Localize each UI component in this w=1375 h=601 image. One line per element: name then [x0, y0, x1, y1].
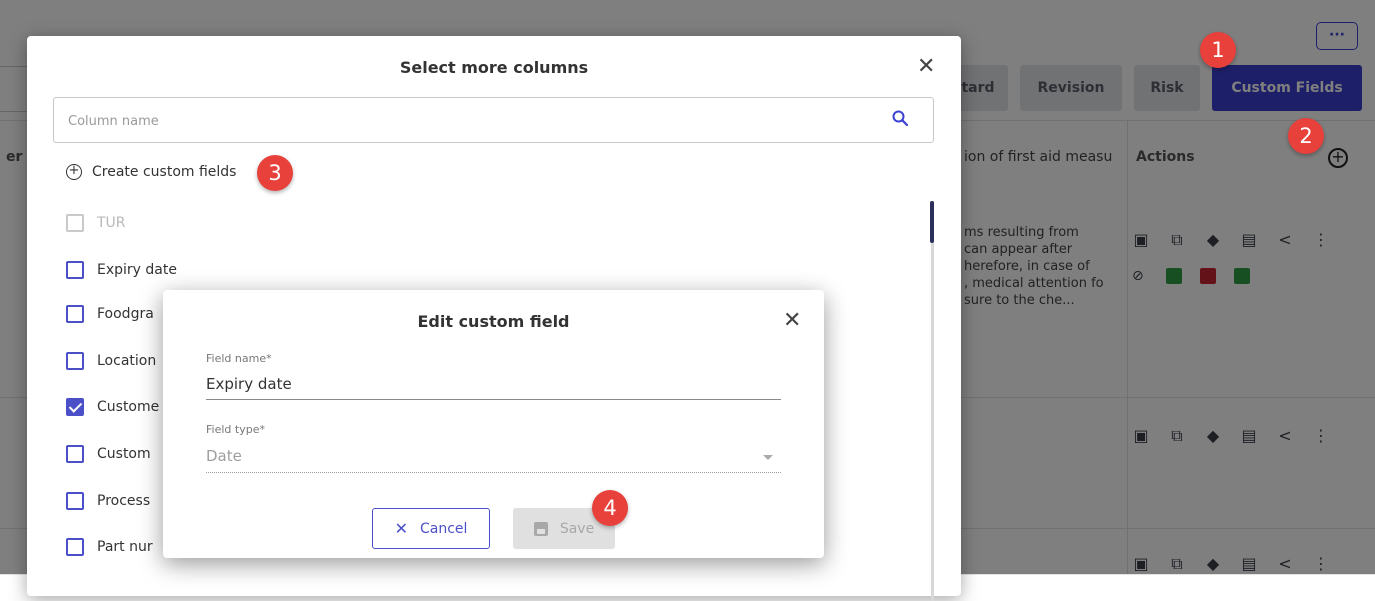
- column-option-label: Foodgra: [97, 306, 154, 322]
- scrollbar-track[interactable]: [931, 201, 934, 601]
- checkbox[interactable]: [66, 538, 84, 556]
- checkbox: [66, 214, 84, 232]
- plus-circle-icon: +: [66, 164, 82, 180]
- column-option-label: Process: [97, 493, 151, 509]
- save-icon: [533, 521, 548, 536]
- close-icon: ✕: [394, 519, 408, 538]
- field-type-label: Field type*: [206, 423, 265, 436]
- create-custom-field-link[interactable]: + Create custom fields: [66, 164, 236, 180]
- dialog-title: Select more columns: [399, 58, 589, 77]
- field-name-underline: [206, 399, 781, 400]
- checkbox[interactable]: [66, 305, 84, 323]
- checkbox[interactable]: [66, 445, 84, 463]
- column-option-label: Location: [97, 353, 157, 369]
- column-option-label: TUR: [97, 215, 126, 231]
- dialog-title: Edit custom field: [417, 312, 570, 331]
- checkbox[interactable]: [66, 261, 84, 279]
- cancel-button[interactable]: ✕ Cancel: [372, 508, 490, 549]
- column-search: [53, 97, 934, 143]
- step-badge-3: 3: [257, 155, 293, 191]
- column-option-customer[interactable]: Custome: [66, 398, 159, 416]
- chevron-down-icon: [763, 455, 773, 460]
- close-icon[interactable]: ✕: [783, 308, 801, 333]
- create-custom-field-label: Create custom fields: [92, 164, 237, 180]
- column-option-tur: TUR: [66, 214, 126, 232]
- step-badge-1: 1: [1200, 32, 1236, 68]
- step-badge-2: 2: [1288, 118, 1324, 154]
- close-icon[interactable]: ✕: [917, 54, 935, 79]
- step-badge-4: 4: [592, 490, 628, 526]
- column-option-label: Part nur: [97, 539, 153, 555]
- save-label: Save: [559, 520, 595, 537]
- column-option-label: Custome: [97, 399, 160, 415]
- checkbox[interactable]: [66, 492, 84, 510]
- field-type-underline: [206, 472, 781, 473]
- edit-custom-field-dialog: Edit custom field ✕ Field name* Expiry d…: [163, 290, 824, 558]
- field-type-select: Date: [206, 447, 242, 465]
- column-option-part-number[interactable]: Part nur: [66, 538, 153, 556]
- column-option-location[interactable]: Location: [66, 352, 156, 370]
- column-option-process[interactable]: Process: [66, 492, 150, 510]
- column-search-input[interactable]: [66, 108, 870, 134]
- column-option-label: Expiry date: [97, 262, 177, 278]
- column-option-expiry-date[interactable]: Expiry date: [66, 261, 177, 279]
- column-option-label: Custom: [97, 446, 151, 462]
- field-name-label: Field name*: [206, 352, 272, 365]
- scrollbar-thumb[interactable]: [930, 201, 934, 243]
- checkbox[interactable]: [66, 398, 84, 416]
- column-option-custom[interactable]: Custom: [66, 445, 151, 463]
- checkbox[interactable]: [66, 352, 84, 370]
- column-option-foodgrade[interactable]: Foodgra: [66, 305, 154, 323]
- field-name-input[interactable]: Expiry date: [206, 375, 292, 393]
- cancel-label: Cancel: [419, 520, 468, 537]
- search-icon[interactable]: [892, 110, 908, 126]
